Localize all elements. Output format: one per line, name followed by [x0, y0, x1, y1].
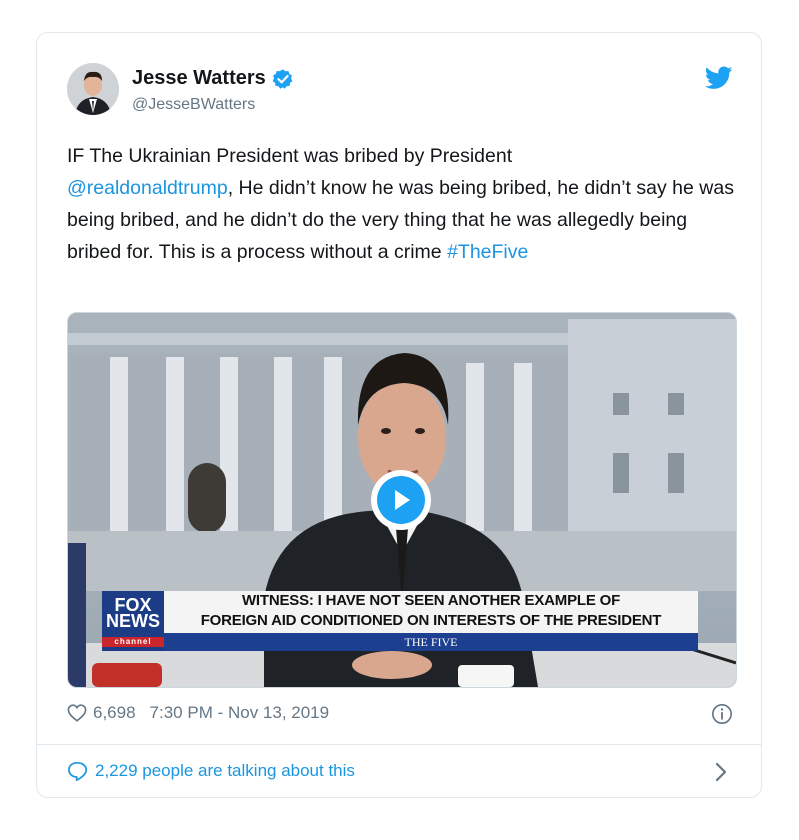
tweet-meta: 6,698 7:30 PM - Nov 13, 2019 [67, 703, 329, 723]
video-player[interactable]: FOX NEWS channel WITNESS: I HAVE NOT SEE… [67, 312, 737, 688]
logo-line2: NEWS [106, 611, 160, 631]
play-button-inner[interactable] [377, 476, 425, 524]
mention-link[interactable]: @realdonaldtrump [67, 177, 228, 199]
twitter-bird-icon[interactable] [705, 66, 733, 90]
tweet-text-part1: IF The Ukrainian President was bribed by… [67, 145, 513, 167]
play-icon [395, 490, 410, 510]
tweet-text: IF The Ukrainian President was bribed by… [67, 140, 737, 268]
tweet-timestamp[interactable]: 7:30 PM - Nov 13, 2019 [150, 703, 330, 723]
heart-icon[interactable] [67, 704, 87, 722]
conversation-count[interactable]: 2,229 people are talking about this [95, 761, 355, 781]
news-chyron: WITNESS: I HAVE NOT SEEN ANOTHER EXAMPLE… [164, 591, 698, 633]
logo-sub: channel [102, 637, 164, 647]
divider [37, 744, 761, 745]
hashtag-link[interactable]: #TheFive [447, 241, 528, 263]
avatar[interactable] [67, 63, 119, 115]
chyron-line1: WITNESS: I HAVE NOT SEEN ANOTHER EXAMPLE… [241, 592, 621, 609]
verified-badge-icon [272, 68, 293, 89]
reply-bubble-icon [68, 761, 88, 781]
author-handle[interactable]: @JesseBWatters [132, 96, 255, 114]
chevron-right-icon[interactable] [715, 762, 727, 782]
chyron-line2: FOREIGN AID CONDITIONED ON INTERESTS OF … [200, 612, 662, 629]
author-name-row[interactable]: Jesse Watters [132, 67, 294, 90]
avatar-image [67, 63, 119, 115]
info-icon[interactable] [711, 703, 733, 725]
author-name[interactable]: Jesse Watters [132, 67, 266, 90]
show-name-bar: THE FIVE [164, 633, 698, 651]
conversation-link[interactable]: 2,229 people are talking about this [67, 761, 355, 781]
tweet-card: Jesse Watters @JesseBWatters IF The Ukra… [36, 32, 762, 798]
show-name: THE FIVE [404, 635, 458, 649]
play-button[interactable] [371, 470, 431, 530]
like-count[interactable]: 6,698 [93, 703, 136, 723]
fox-news-logo: FOX NEWS channel [102, 591, 164, 651]
